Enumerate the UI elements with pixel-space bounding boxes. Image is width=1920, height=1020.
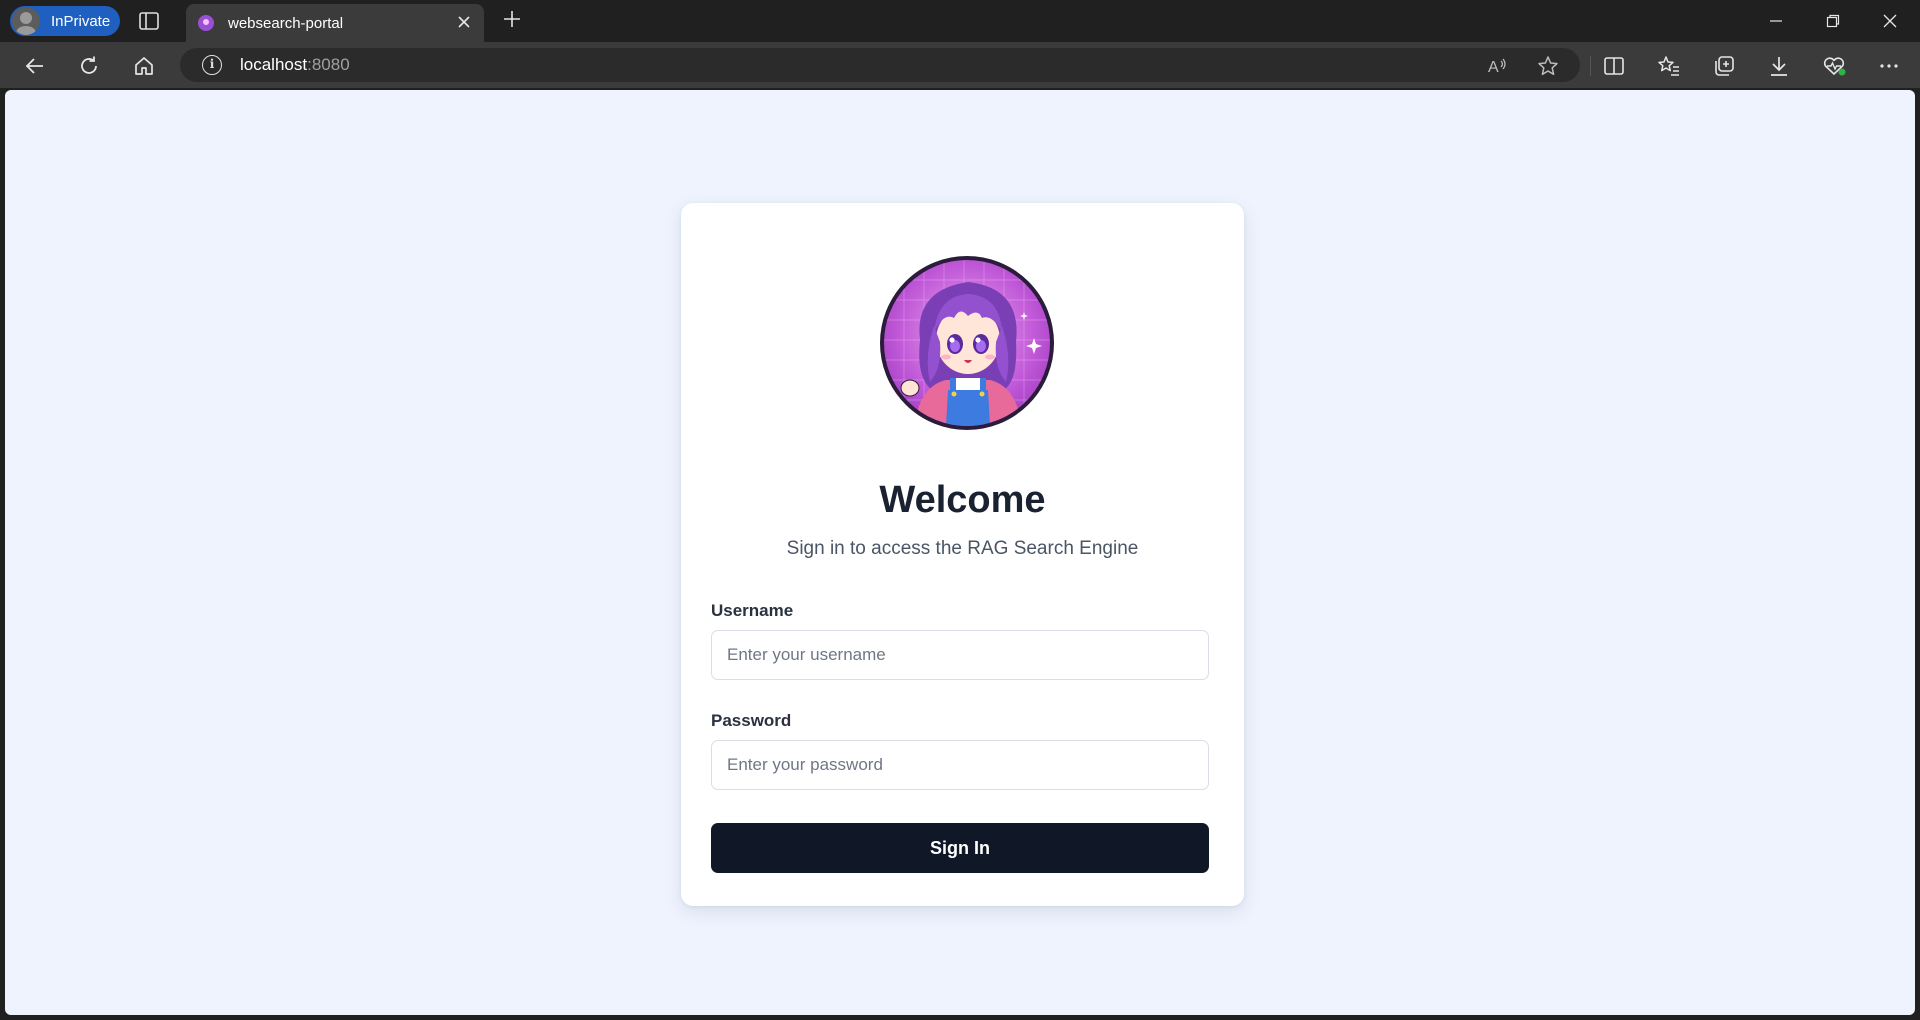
url-port: :8080: [307, 55, 350, 74]
avatar: [880, 256, 1054, 430]
heart-pulse-icon[interactable]: [1818, 50, 1850, 82]
collections-icon[interactable]: [1708, 50, 1740, 82]
close-icon[interactable]: [454, 13, 474, 33]
login-card: Welcome Sign in to access the RAG Search…: [681, 203, 1244, 906]
address-bar[interactable]: i localhost:8080: [180, 48, 1580, 82]
close-window-icon[interactable]: [1862, 0, 1918, 42]
tab-actions-icon[interactable]: [138, 10, 160, 32]
password-label: Password: [711, 711, 792, 730]
info-icon[interactable]: i: [202, 55, 222, 75]
svg-text:A: A: [1488, 59, 1499, 76]
anime-girl-avatar-icon: [884, 260, 1050, 426]
browser-tab-bar: InPrivate websearch-portal: [0, 0, 1920, 42]
url-host: localhost: [240, 55, 308, 74]
refresh-icon[interactable]: [73, 50, 105, 82]
page-title: Welcome: [879, 479, 1046, 521]
profile-avatar-icon: [12, 7, 40, 35]
download-icon[interactable]: [1763, 50, 1795, 82]
inprivate-label: InPrivate: [51, 12, 111, 30]
plus-icon[interactable]: [500, 9, 524, 33]
password-input[interactable]: [711, 740, 1209, 790]
sign-in-button[interactable]: Sign In: [711, 823, 1209, 873]
inprivate-profile-button[interactable]: InPrivate: [10, 6, 120, 36]
home-icon[interactable]: [128, 50, 160, 82]
split-screen-icon[interactable]: [1598, 50, 1630, 82]
toolbar-divider: [1590, 56, 1591, 76]
read-aloud-icon[interactable]: A: [1482, 50, 1514, 82]
back-arrow-icon[interactable]: [19, 50, 51, 82]
tab-title: websearch-portal: [228, 14, 344, 32]
page-subtitle: Sign in to access the RAG Search Engine: [786, 538, 1139, 559]
browser-toolbar: i localhost:8080 A: [0, 42, 1920, 88]
favorites-icon[interactable]: [1653, 50, 1685, 82]
page-viewport: Welcome Sign in to access the RAG Search…: [5, 90, 1915, 1015]
minimize-icon[interactable]: [1748, 0, 1804, 42]
restore-icon[interactable]: [1805, 0, 1861, 42]
site-favicon-icon: [198, 15, 214, 31]
username-label: Username: [711, 601, 794, 620]
active-tab[interactable]: websearch-portal: [186, 4, 484, 42]
more-icon[interactable]: [1873, 50, 1905, 82]
username-input[interactable]: [711, 630, 1209, 680]
star-icon[interactable]: [1532, 50, 1564, 82]
